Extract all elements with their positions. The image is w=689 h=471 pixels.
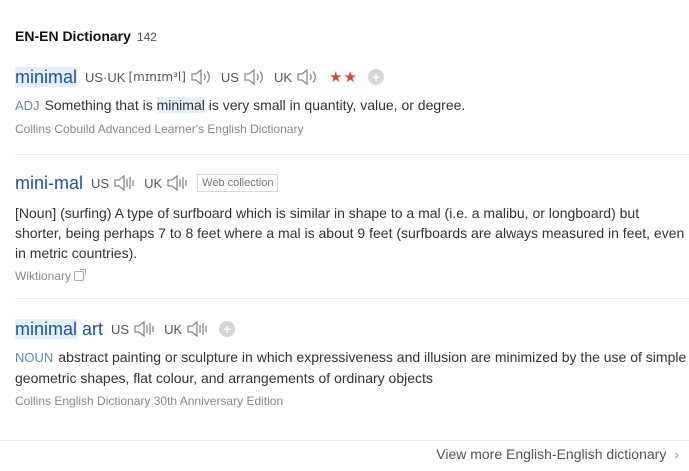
pronunciation-us: US — [221, 67, 266, 87]
speaker-icon[interactable] — [185, 319, 209, 339]
speaker-icon[interactable] — [242, 67, 266, 87]
web-collection-tag: Web collection — [197, 174, 279, 192]
source: Collins Cobuild Advanced Learner's Engli… — [15, 122, 304, 136]
definition: NOUN abstract painting or sculpture in wh… — [15, 349, 687, 386]
chevron-right-icon: › — [674, 446, 679, 462]
divider — [15, 298, 689, 299]
speaker-icon[interactable] — [132, 319, 156, 339]
result-count: 142 — [136, 30, 157, 44]
source[interactable]: Wiktionary — [15, 269, 689, 283]
frequency-stars: ★★ — [329, 69, 358, 86]
speaker-icon[interactable] — [295, 67, 319, 87]
definition: [Noun] (surfing) A type of surfboard whi… — [15, 205, 685, 261]
speaker-icon[interactable] — [112, 173, 136, 193]
pronunciation-us-uk: US·UK [mɪnɪm³l] — [85, 67, 213, 87]
entry-mini-mal: mini-mal US UK Web collection [Noun] (su… — [15, 172, 689, 284]
pronunciation-uk: UK — [274, 67, 319, 87]
dictionary-header: EN-EN Dictionary 142 — [15, 28, 157, 46]
speaker-icon[interactable] — [165, 173, 189, 193]
dictionary-title: EN-EN Dictionary — [15, 28, 131, 44]
entry-minimal-art: minimal art US UK + NOUN abstract paintin… — [15, 318, 689, 408]
external-link-icon[interactable] — [74, 269, 87, 281]
divider — [0, 440, 689, 441]
view-more-link[interactable]: View more English-English dictionary › — [436, 446, 679, 462]
plus-icon[interactable]: + — [219, 321, 236, 337]
entry-minimal: minimal US·UK [mɪnɪm³l] US UK ★★ + ADJ So… — [15, 66, 689, 136]
headword[interactable]: minimal — [15, 66, 78, 88]
divider — [15, 154, 689, 155]
pronunciation-uk: UK — [164, 319, 209, 339]
headword[interactable]: mini-mal — [15, 173, 83, 194]
part-of-speech: ADJ — [15, 98, 40, 113]
plus-icon[interactable]: + — [367, 69, 384, 85]
headword[interactable]: minimal art — [15, 318, 103, 340]
phonetic: [mɪnɪm³l] — [128, 70, 186, 84]
definition: ADJ Something that is minimal is very sma… — [15, 97, 466, 113]
pronunciation-us: US — [91, 173, 136, 193]
pronunciation-us: US — [111, 319, 156, 339]
source: Collins English Dictionary 30th Annivers… — [15, 394, 284, 408]
part-of-speech: NOUN — [15, 350, 54, 365]
speaker-icon[interactable] — [189, 67, 213, 87]
pronunciation-uk: UK — [144, 173, 189, 193]
